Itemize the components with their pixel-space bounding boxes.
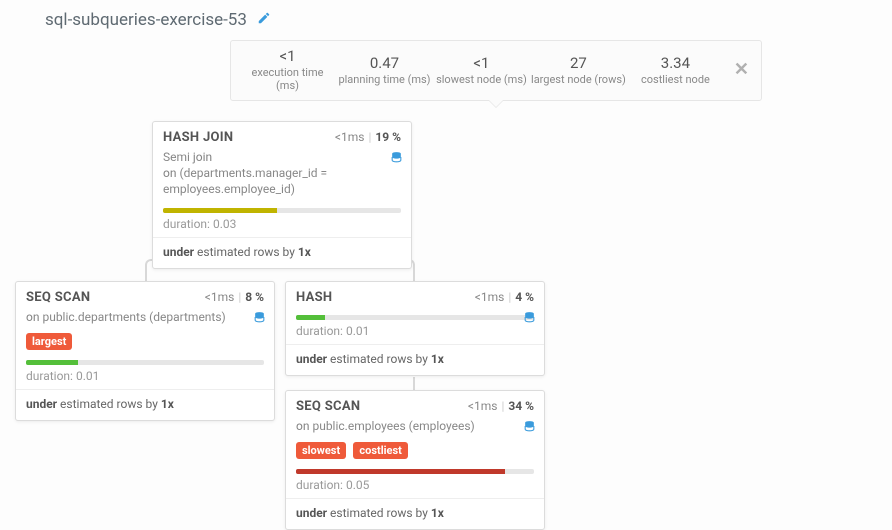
node-duration: duration: 0.01 — [286, 322, 544, 344]
badge-costliest: costliest — [353, 442, 407, 459]
database-icon[interactable] — [390, 151, 403, 170]
node-estimate: under estimated rows by 1x — [286, 499, 544, 529]
chevron-down-icon — [488, 100, 504, 108]
stat-largest-node: 27 largest node (rows) — [530, 54, 627, 86]
node-name: SEQ SCAN — [26, 290, 90, 305]
node-description — [286, 309, 544, 321]
node-timing: <1ms|19 % — [335, 130, 401, 144]
node-name: HASH — [296, 290, 332, 305]
node-estimate: under estimated rows by 1x — [286, 345, 544, 375]
stat-costliest-node: 3.34 costliest node — [627, 54, 724, 86]
database-icon[interactable] — [523, 420, 536, 439]
duration-bar — [296, 469, 534, 474]
stat-planning-time: 0.47 planning time (ms) — [336, 54, 433, 86]
node-description: Semi join on (departments.manager_id = e… — [153, 149, 411, 204]
node-name: SEQ SCAN — [296, 399, 360, 414]
node-duration: duration: 0.05 — [286, 476, 544, 498]
node-duration: duration: 0.03 — [153, 215, 411, 237]
plan-node-hash[interactable]: HASH <1ms|4 % duration: 0.01 under estim… — [285, 281, 545, 376]
plan-node-hash-join[interactable]: HASH JOIN <1ms|19 % Semi join on (depart… — [152, 121, 412, 269]
node-description: on public.employees (employees) — [286, 418, 544, 440]
badge-slowest: slowest — [296, 442, 346, 459]
stat-slowest-node: <1 slowest node (ms) — [433, 54, 530, 86]
plan-node-seq-scan-emp[interactable]: SEQ SCAN <1ms|34 % on public.employees (… — [285, 390, 545, 530]
node-estimate: under estimated rows by 1x — [16, 390, 274, 420]
node-duration: duration: 0.01 — [16, 367, 274, 389]
database-icon[interactable] — [253, 311, 266, 330]
duration-bar — [163, 208, 401, 213]
node-name: HASH JOIN — [163, 130, 233, 145]
node-timing: <1ms|4 % — [475, 290, 534, 304]
node-description: on public.departments (departments) — [16, 309, 274, 331]
close-icon[interactable]: ✕ — [724, 59, 753, 80]
stats-bar: <1 execution time (ms) 0.47 planning tim… — [230, 40, 762, 101]
database-icon[interactable] — [523, 311, 536, 330]
node-estimate: under estimated rows by 1x — [153, 238, 411, 268]
plan-node-seq-scan-dept[interactable]: SEQ SCAN <1ms|8 % on public.departments … — [15, 281, 275, 421]
node-timing: <1ms|34 % — [468, 399, 534, 413]
duration-bar — [26, 360, 264, 365]
plan-title: sql-subqueries-exercise-53 — [45, 10, 247, 30]
pencil-icon[interactable] — [257, 11, 271, 29]
badge-largest: largest — [26, 333, 72, 350]
stat-execution-time: <1 execution time (ms) — [239, 47, 336, 92]
node-timing: <1ms|8 % — [205, 290, 264, 304]
